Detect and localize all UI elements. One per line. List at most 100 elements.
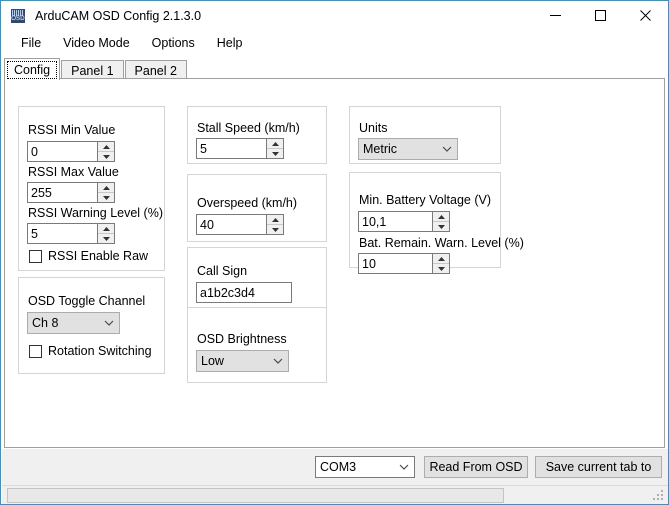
osd-toggle-channel-label: OSD Toggle Channel [28,294,146,308]
rssi-warning-value[interactable]: 5 [28,224,97,243]
spinner-down-icon [437,224,445,229]
rssi-min-value[interactable]: 0 [28,142,97,161]
group-battery: Min. Battery Voltage (V) 10,1 Bat. Remai… [349,172,524,274]
stall-speed-spin-down[interactable] [267,149,283,158]
group-osd-toggle: OSD Toggle Channel Ch 8 Rotation Switchi… [18,277,165,374]
overspeed-spinner[interactable]: 40 [196,214,284,235]
chevron-down-icon [268,358,288,364]
tab-panel-2-label: Panel 2 [134,63,177,78]
battery-remain-warn-spin-down[interactable] [433,264,449,273]
rssi-min-spinner[interactable]: 0 [27,141,115,162]
window-title: ArduCAM OSD Config 2.1.3.0 [35,8,202,23]
overspeed-spin-up[interactable] [267,215,283,225]
status-message [7,488,504,503]
menu-item-video-mode[interactable]: Video Mode [52,32,141,54]
battery-remain-warn-label: Bat. Remain. Warn. Level (%) [359,236,524,250]
tab-config[interactable]: Config [4,58,61,80]
call-sign-label: Call Sign [197,264,248,278]
serial-port-value: COM3 [320,460,357,474]
overspeed-spin-down[interactable] [267,225,283,234]
checkbox-box-icon [29,249,42,263]
min-battery-voltage-value[interactable]: 10,1 [359,212,432,231]
spinner-up-icon [102,185,110,190]
group-osd-brightness: OSD Brightness Low [187,307,327,383]
spinner-up-icon [271,217,279,222]
spinner-down-icon [271,227,279,232]
rssi-max-value[interactable]: 255 [28,183,97,202]
menu-item-options[interactable]: Options [141,32,206,54]
maximize-button[interactable] [578,1,623,30]
rssi-warning-spinner[interactable]: 5 [27,223,115,244]
overspeed-spin-buttons [266,215,283,234]
app-icon: OSD [10,7,26,24]
call-sign-input[interactable]: a1b2c3d4 [196,282,292,303]
menu-item-file[interactable]: File [10,32,52,54]
rssi-enable-raw-checkbox[interactable]: RSSI Enable Raw [29,249,148,263]
min-battery-voltage-spin-buttons [432,212,449,231]
rotation-switching-checkbox[interactable]: Rotation Switching [29,344,152,358]
rssi-min-spin-down[interactable] [98,152,114,161]
battery-remain-warn-spin-up[interactable] [433,254,449,264]
tab-strip: Config Panel 1 Panel 2 [4,57,667,80]
battery-remain-warn-spinner[interactable]: 10 [358,253,450,274]
close-button[interactable] [623,1,668,30]
spinner-down-icon [102,154,110,159]
app-icon-label: OSD [11,15,25,22]
rotation-switching-label: Rotation Switching [48,344,152,358]
stall-speed-value[interactable]: 5 [197,139,266,158]
rssi-max-spin-up[interactable] [98,183,114,193]
rssi-min-spin-buttons [97,142,114,161]
rssi-max-spinner[interactable]: 255 [27,182,115,203]
menu-item-help[interactable]: Help [206,32,254,54]
tab-panel-1-label: Panel 1 [71,63,114,78]
min-battery-voltage-spin-up[interactable] [433,212,449,222]
spinner-up-icon [437,214,445,219]
bottom-toolbar: COM3 Read From OSD Save current tab to [2,449,668,485]
group-rssi: RSSI Min Value 0 RSSI Max Value 255 RSSI… [18,106,165,271]
osd-brightness-label: OSD Brightness [197,332,287,346]
close-icon [640,10,651,21]
rssi-max-label: RSSI Max Value [28,165,119,179]
min-battery-voltage-spin-down[interactable] [433,222,449,231]
group-units: Units Metric [349,106,501,164]
title-bar: OSD ArduCAM OSD Config 2.1.3.0 [1,1,668,30]
rssi-warning-spin-up[interactable] [98,224,114,234]
battery-remain-warn-value[interactable]: 10 [359,254,432,273]
rssi-max-spin-buttons [97,183,114,202]
tab-panel-2[interactable]: Panel 2 [124,60,187,80]
serial-port-combo[interactable]: COM3 [315,456,415,478]
chevron-down-icon [394,464,414,470]
application-window: OSD ArduCAM OSD Config 2.1.3.0 File Vide… [0,0,669,505]
min-battery-voltage-spinner[interactable]: 10,1 [358,211,450,232]
spinner-up-icon [271,141,279,146]
units-label: Units [359,121,388,135]
units-combo[interactable]: Metric [358,138,458,160]
stall-speed-spin-up[interactable] [267,139,283,149]
rssi-max-spin-down[interactable] [98,193,114,202]
tab-config-label: Config [14,62,51,77]
save-current-tab-button[interactable]: Save current tab to [535,456,662,478]
minimize-icon [550,15,561,16]
status-bar [2,485,668,504]
spinner-up-icon [102,144,110,149]
stall-speed-label: Stall Speed (km/h) [197,121,300,135]
osd-toggle-channel-value: Ch 8 [32,316,59,330]
osd-toggle-channel-combo[interactable]: Ch 8 [27,312,120,334]
maximize-icon [595,10,606,21]
tab-panel-1[interactable]: Panel 1 [61,60,124,80]
rssi-min-label: RSSI Min Value [28,123,116,137]
battery-remain-warn-spin-buttons [432,254,449,273]
resize-grip-icon[interactable] [652,490,665,503]
rssi-warning-spin-down[interactable] [98,234,114,243]
overspeed-value[interactable]: 40 [197,215,266,234]
read-from-osd-button[interactable]: Read From OSD [424,456,528,478]
spinner-up-icon [437,256,445,261]
group-overspeed: Overspeed (km/h) 40 [187,174,327,242]
osd-brightness-combo[interactable]: Low [196,350,289,372]
rssi-min-spin-up[interactable] [98,142,114,152]
checkbox-box-icon [29,344,42,358]
units-value: Metric [363,142,398,156]
stall-speed-spin-buttons [266,139,283,158]
stall-speed-spinner[interactable]: 5 [196,138,284,159]
minimize-button[interactable] [533,1,578,30]
